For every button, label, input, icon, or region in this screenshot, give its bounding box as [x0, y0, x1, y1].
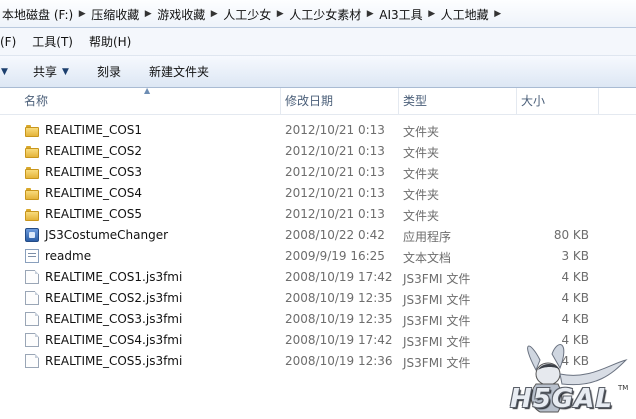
file-date: 2009/9/19 16:25	[285, 249, 385, 263]
breadcrumb-item[interactable]: 人工少女	[221, 6, 273, 23]
file-size: 3 KB	[561, 249, 589, 263]
column-divider	[598, 88, 600, 114]
menu-bar: (F) 工具(T) 帮助(H)	[0, 28, 636, 56]
chevron-right-icon[interactable]: ▶	[491, 9, 505, 19]
file-date: 2008/10/19 17:42	[285, 270, 393, 284]
file-name: REALTIME_COS1.js3fmi	[45, 270, 183, 284]
folder-icon	[25, 144, 39, 158]
file-type: JS3FMI 文件	[403, 356, 471, 370]
file-type: 文件夹	[403, 146, 440, 160]
list-item[interactable]: readme 2009/9/19 16:25 文本文档 3 KB	[0, 246, 636, 267]
watermark-tm: TM	[618, 384, 629, 392]
file-type: 文本文档	[403, 251, 452, 265]
file-type: 文件夹	[403, 209, 440, 223]
sort-ascending-icon: ▲	[144, 86, 151, 95]
list-item[interactable]: REALTIME_COS3 2012/10/21 0:13 文件夹	[0, 162, 636, 183]
file-icon	[25, 333, 39, 347]
breadcrumb-item[interactable]: 人工地藏	[439, 6, 491, 23]
column-size[interactable]: 大小	[516, 88, 603, 114]
chevron-right-icon[interactable]: ▶	[75, 9, 89, 19]
command-bar: ▼ 共享 ▼ 刻录 新建文件夹	[0, 56, 636, 88]
file-name: REALTIME_COS2.js3fmi	[45, 291, 183, 305]
file-name: REALTIME_COS3	[45, 165, 143, 179]
file-date: 2012/10/21 0:13	[285, 186, 385, 200]
file-icon	[25, 312, 39, 326]
file-name: REALTIME_COS4	[45, 186, 143, 200]
menu-file[interactable]: (F)	[0, 35, 24, 49]
file-size: 80 KB	[553, 228, 589, 242]
folder-icon	[25, 165, 39, 179]
file-name: REALTIME_COS2	[45, 144, 143, 158]
chevron-right-icon[interactable]: ▶	[207, 9, 221, 19]
chevron-right-icon[interactable]: ▶	[141, 9, 155, 19]
file-name: REALTIME_COS3.js3fmi	[45, 312, 183, 326]
file-type: JS3FMI 文件	[403, 293, 471, 307]
list-item[interactable]: REALTIME_COS1.js3fmi 2008/10/19 17:42 JS…	[0, 267, 636, 288]
breadcrumb-item[interactable]: 人工少女素材	[287, 6, 363, 23]
chevron-down-icon: ▼	[62, 66, 69, 77]
chevron-right-icon[interactable]: ▶	[425, 9, 439, 19]
file-date: 2008/10/19 12:35	[285, 312, 393, 326]
file-icon	[25, 354, 39, 368]
file-date: 2012/10/21 0:13	[285, 165, 385, 179]
file-size: 4 KB	[561, 291, 589, 305]
breadcrumb-item[interactable]: 压缩收藏	[89, 6, 141, 23]
file-name: REALTIME_COS5	[45, 207, 143, 221]
column-header: 名称 修改日期 类型 大小	[0, 88, 636, 115]
file-list: REALTIME_COS1 2012/10/21 0:13 文件夹 REALTI…	[0, 120, 636, 372]
file-date: 2008/10/19 17:42	[285, 333, 393, 347]
file-name: REALTIME_COS5.js3fmi	[45, 354, 183, 368]
chevron-right-icon[interactable]: ▶	[273, 9, 287, 19]
file-date: 2008/10/19 12:36	[285, 354, 393, 368]
list-item[interactable]: REALTIME_COS3.js3fmi 2008/10/19 12:35 JS…	[0, 309, 636, 330]
file-type: 应用程序	[403, 230, 452, 244]
list-item[interactable]: REALTIME_COS1 2012/10/21 0:13 文件夹	[0, 120, 636, 141]
file-type: JS3FMI 文件	[403, 335, 471, 349]
chevron-right-icon[interactable]: ▶	[363, 9, 377, 19]
file-date: 2012/10/21 0:13	[285, 207, 385, 221]
breadcrumb: 本地磁盘 (F:) ▶ 压缩收藏 ▶ 游戏收藏 ▶ 人工少女 ▶ 人工少女素材 …	[0, 5, 505, 23]
text-document-icon	[25, 249, 39, 263]
share-label: 共享	[33, 65, 58, 79]
burn-button[interactable]: 刻录	[83, 63, 135, 80]
file-name: REALTIME_COS1	[45, 123, 143, 137]
file-name: REALTIME_COS4.js3fmi	[45, 333, 183, 347]
list-item[interactable]: REALTIME_COS4 2012/10/21 0:13 文件夹	[0, 183, 636, 204]
list-item[interactable]: REALTIME_COS2.js3fmi 2008/10/19 12:35 JS…	[0, 288, 636, 309]
column-type[interactable]: 类型	[398, 88, 517, 114]
file-name: JS3CostumeChanger	[45, 228, 169, 242]
column-date[interactable]: 修改日期	[280, 88, 399, 114]
list-item[interactable]: REALTIME_COS5 2012/10/21 0:13 文件夹	[0, 204, 636, 225]
file-size: 4 KB	[561, 312, 589, 326]
file-date: 2012/10/21 0:13	[285, 144, 385, 158]
chevron-down-icon[interactable]: ▼	[0, 67, 19, 77]
folder-icon	[25, 123, 39, 137]
file-type: 文件夹	[403, 188, 440, 202]
list-item[interactable]: JS3CostumeChanger 2008/10/22 0:42 应用程序 8…	[0, 225, 636, 246]
file-type: JS3FMI 文件	[403, 272, 471, 286]
file-type: JS3FMI 文件	[403, 314, 471, 328]
folder-icon	[25, 207, 39, 221]
menu-help[interactable]: 帮助(H)	[81, 33, 139, 50]
watermark-text: H5GAL	[510, 384, 613, 414]
breadcrumb-item[interactable]: 本地磁盘 (F:)	[0, 6, 75, 23]
file-date: 2012/10/21 0:13	[285, 123, 385, 137]
file-size: 4 KB	[561, 270, 589, 284]
menu-tools[interactable]: 工具(T)	[24, 33, 81, 50]
file-date: 2008/10/22 0:42	[285, 228, 385, 242]
file-icon	[25, 270, 39, 284]
new-folder-button[interactable]: 新建文件夹	[135, 63, 223, 80]
breadcrumb-item[interactable]: AI3工具	[377, 6, 424, 23]
file-date: 2008/10/19 12:35	[285, 291, 393, 305]
share-button[interactable]: 共享 ▼	[19, 63, 83, 80]
file-type: 文件夹	[403, 167, 440, 181]
breadcrumb-item[interactable]: 游戏收藏	[155, 6, 207, 23]
folder-icon	[25, 186, 39, 200]
file-name: readme	[45, 249, 92, 263]
file-type: 文件夹	[403, 125, 440, 139]
application-icon	[25, 228, 39, 242]
file-icon	[25, 291, 39, 305]
address-bar[interactable]: 本地磁盘 (F:) ▶ 压缩收藏 ▶ 游戏收藏 ▶ 人工少女 ▶ 人工少女素材 …	[0, 0, 636, 28]
list-item[interactable]: REALTIME_COS2 2012/10/21 0:13 文件夹	[0, 141, 636, 162]
